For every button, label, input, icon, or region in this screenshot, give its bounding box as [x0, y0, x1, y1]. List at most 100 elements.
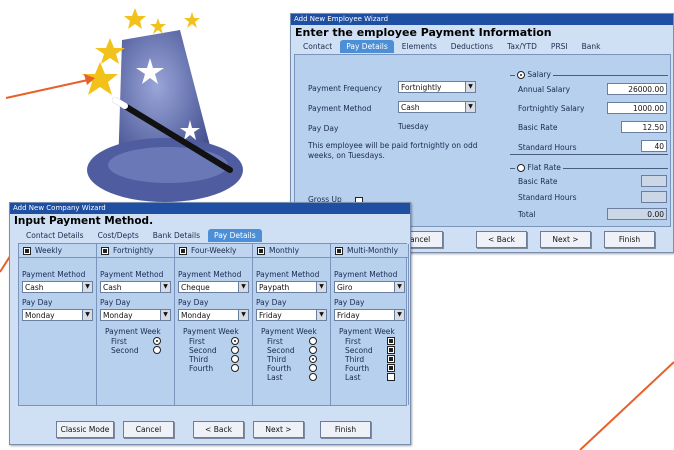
- chevron-down-icon[interactable]: ▼: [160, 282, 170, 292]
- cancel-button[interactable]: Cancel: [123, 421, 174, 438]
- star-icon: [95, 38, 125, 64]
- payment-week-second-radio[interactable]: [153, 346, 161, 354]
- payment-week-first-checkbox[interactable]: [387, 337, 395, 345]
- chevron-down-icon[interactable]: ▼: [465, 82, 475, 92]
- tab-prsi[interactable]: PRSI: [545, 40, 574, 53]
- payment-frequency-select[interactable]: Fortnightly ▼: [398, 81, 476, 93]
- tab-pay-details[interactable]: Pay Details: [340, 40, 394, 53]
- chevron-down-icon[interactable]: ▼: [238, 310, 248, 320]
- column-header[interactable]: Four-Weekly: [175, 244, 252, 258]
- flat-rate-radio[interactable]: [517, 164, 525, 172]
- annual-salary-label: Annual Salary: [518, 85, 571, 94]
- tab-contact[interactable]: Contact: [297, 40, 338, 53]
- payment-method-select[interactable]: Cheque ▼: [178, 281, 249, 293]
- chevron-down-icon[interactable]: ▼: [82, 310, 92, 320]
- payment-week-first-radio[interactable]: [309, 337, 317, 345]
- fortnightly-salary-field[interactable]: 1000.00: [607, 102, 667, 114]
- chevron-down-icon[interactable]: ▼: [394, 310, 404, 320]
- payment-week-first-radio[interactable]: [153, 337, 161, 345]
- payment-week-fourth-checkbox[interactable]: [387, 364, 395, 372]
- monthly-checkbox[interactable]: [257, 247, 265, 255]
- payment-week-second-radio[interactable]: [309, 346, 317, 354]
- company-wizard-titlebar: Add New Company Wizard: [10, 203, 410, 214]
- pay-details-grid: Weekly Payment Method Cash ▼ Pay Day Monday ▼ F…: [18, 243, 409, 406]
- flat-basic-rate-field[interactable]: 0: [641, 175, 667, 187]
- payment-week-fourth-label: Fourth: [189, 364, 214, 373]
- flat-standard-hours-field[interactable]: 0: [641, 191, 667, 203]
- salary-radio-label[interactable]: Salary: [515, 70, 553, 79]
- payment-week-last-checkbox[interactable]: [387, 373, 395, 381]
- flat-basic-rate-label: Basic Rate: [518, 177, 558, 186]
- tab-pay-details[interactable]: Pay Details: [208, 229, 262, 242]
- payment-week-last-radio[interactable]: [309, 373, 317, 381]
- column-header-label: Four-Weekly: [191, 246, 237, 255]
- annual-salary-field[interactable]: 26000.00: [607, 83, 667, 95]
- payment-method-select[interactable]: Paypath ▼: [256, 281, 327, 293]
- column-header[interactable]: Monthly: [253, 244, 330, 258]
- chevron-down-icon[interactable]: ▼: [465, 102, 475, 112]
- tab-elements[interactable]: Elements: [396, 40, 443, 53]
- pay-day-label: Pay Day: [256, 298, 287, 307]
- payment-week-second-label: Second: [267, 346, 295, 355]
- column-header[interactable]: Weekly: [19, 244, 96, 258]
- payment-week-second-radio[interactable]: [231, 346, 239, 354]
- pay-day-value: Friday: [259, 311, 282, 320]
- pay-day-select[interactable]: Monday ▼: [178, 309, 249, 321]
- column-header[interactable]: Fortnightly: [97, 244, 174, 258]
- chevron-down-icon[interactable]: ▼: [316, 282, 326, 292]
- payment-column-fortnightly: Fortnightly Payment Method Cash ▼ Pay Day Mon…: [97, 244, 175, 405]
- chevron-down-icon[interactable]: ▼: [394, 282, 404, 292]
- payment-week-third-checkbox[interactable]: [387, 355, 395, 363]
- column-header[interactable]: Multi-Monthly: [331, 244, 408, 258]
- payment-method-select[interactable]: Giro ▼: [334, 281, 405, 293]
- chevron-down-icon[interactable]: ▼: [82, 282, 92, 292]
- chevron-down-icon[interactable]: ▼: [160, 310, 170, 320]
- pay-day-value: Tuesday: [398, 122, 429, 131]
- payment-week-third-label: Third: [345, 355, 365, 364]
- payment-week-third-radio[interactable]: [231, 355, 239, 363]
- back-button[interactable]: < Back: [193, 421, 244, 438]
- column-header-label: Weekly: [35, 246, 63, 255]
- payment-week-fourth-radio[interactable]: [309, 364, 317, 372]
- pay-day-select[interactable]: Friday ▼: [334, 309, 405, 321]
- chevron-down-icon[interactable]: ▼: [316, 310, 326, 320]
- payment-week-first-label: First: [267, 337, 283, 346]
- tab-deductions[interactable]: Deductions: [445, 40, 499, 53]
- payment-method-label: Payment Method: [22, 270, 86, 279]
- standard-hours-field[interactable]: 40: [641, 140, 667, 152]
- payment-week-third-radio[interactable]: [309, 355, 317, 363]
- pay-day-select[interactable]: Friday ▼: [256, 309, 327, 321]
- finish-button[interactable]: Finish: [320, 421, 371, 438]
- finish-button[interactable]: Finish: [604, 231, 655, 248]
- payment-week-label: Payment Week: [105, 327, 161, 336]
- payment-week-last-label: Last: [267, 373, 283, 382]
- payment-frequency-label: Payment Frequency: [308, 84, 382, 93]
- basic-rate-field[interactable]: 12.50: [621, 121, 667, 133]
- pay-day-select[interactable]: Monday ▼: [22, 309, 93, 321]
- payment-week-second-checkbox[interactable]: [387, 346, 395, 354]
- pay-day-select[interactable]: Monday ▼: [100, 309, 171, 321]
- tab-bank[interactable]: Bank: [576, 40, 607, 53]
- flat-rate-radio-label[interactable]: Flat Rate: [515, 163, 563, 172]
- next-button[interactable]: Next >: [253, 421, 304, 438]
- chevron-down-icon[interactable]: ▼: [238, 282, 248, 292]
- payment-week-first-radio[interactable]: [231, 337, 239, 345]
- payment-method-select[interactable]: Cash ▼: [22, 281, 93, 293]
- tab-cost-depts[interactable]: Cost/Depts: [92, 229, 145, 242]
- back-button[interactable]: < Back: [476, 231, 527, 248]
- tab-bank-details[interactable]: Bank Details: [147, 229, 206, 242]
- payment-method-select[interactable]: Cash ▼: [398, 101, 476, 113]
- next-button[interactable]: Next >: [540, 231, 591, 248]
- classic-mode-button[interactable]: Classic Mode: [56, 421, 114, 438]
- multi-monthly-checkbox[interactable]: [335, 247, 343, 255]
- fortnightly-checkbox[interactable]: [101, 247, 109, 255]
- weekly-checkbox[interactable]: [23, 247, 31, 255]
- payment-method-label: Payment Method: [308, 104, 372, 113]
- tab-tax-ytd[interactable]: Tax/YTD: [501, 40, 543, 53]
- payment-week-fourth-radio[interactable]: [231, 364, 239, 372]
- tab-contact-details[interactable]: Contact Details: [20, 229, 90, 242]
- salary-radio[interactable]: [517, 71, 525, 79]
- four-weekly-checkbox[interactable]: [179, 247, 187, 255]
- payment-method-select[interactable]: Cash ▼: [100, 281, 171, 293]
- total-label: Total: [518, 210, 536, 219]
